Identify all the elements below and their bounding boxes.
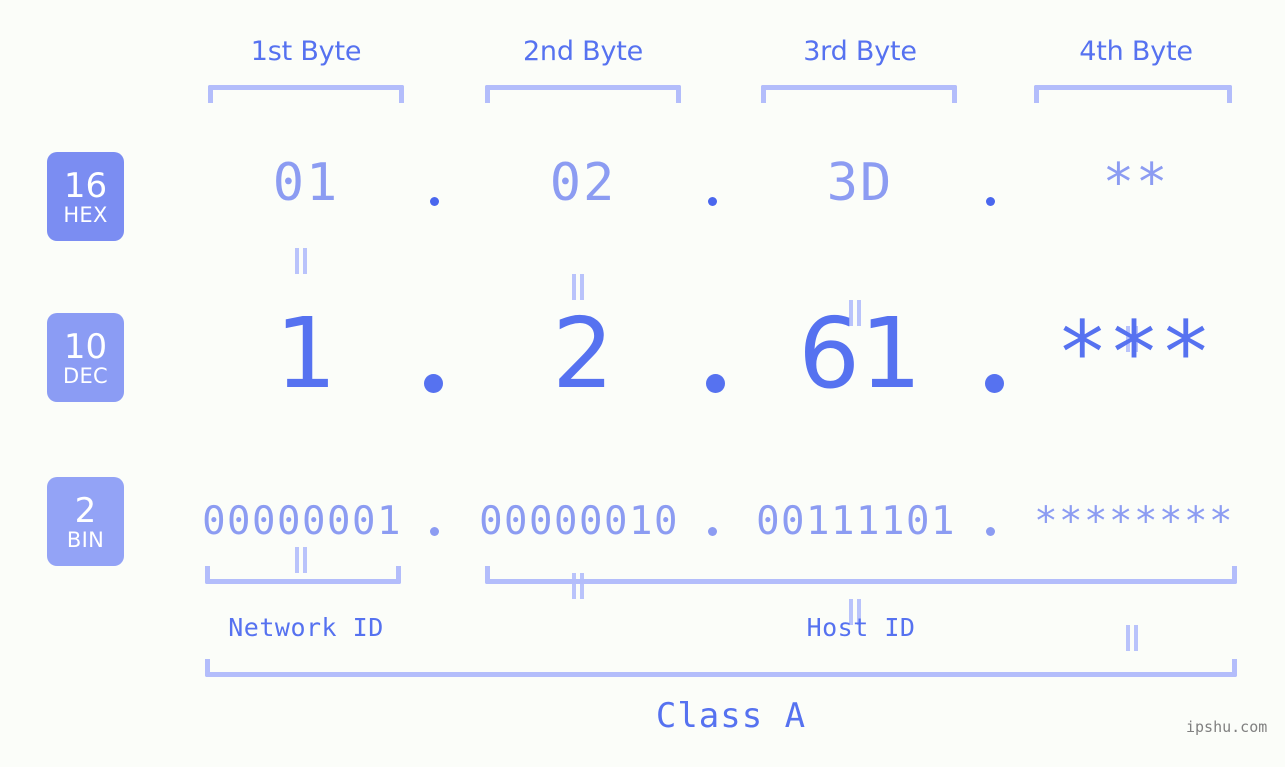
byte-bracket-top-2 <box>485 85 681 103</box>
radix-badge-hex-abbr: HEX <box>63 203 108 227</box>
dec-byte-value-4: *** <box>1056 303 1212 403</box>
radix-badge-bin: 2 BIN <box>47 477 124 566</box>
hex-byte-value-3: 3D <box>826 153 894 213</box>
equals-connector-hex-dec-1 <box>294 248 308 274</box>
bin-separator-dot-1 <box>430 527 439 536</box>
radix-badge-bin-number: 2 <box>74 491 97 531</box>
class-label: Class A <box>655 696 807 736</box>
byte-header-label-4: 4th Byte <box>1079 36 1193 67</box>
radix-badge-dec-abbr: DEC <box>62 364 108 388</box>
bin-separator-dot-3 <box>986 527 995 536</box>
region-bracket-host-id <box>485 566 1237 584</box>
byte-header-label-1: 1st Byte <box>250 36 362 67</box>
hex-byte-value-2: 02 <box>549 153 617 213</box>
hex-separator-dot-2 <box>708 197 717 206</box>
byte-bracket-top-1 <box>208 85 404 103</box>
bin-separator-dot-2 <box>708 527 717 536</box>
class-bracket <box>205 659 1237 677</box>
bin-byte-value-2: 00000010 <box>479 499 679 544</box>
equals-connector-dec-bin-4 <box>1125 625 1139 651</box>
region-bracket-network-id <box>205 566 401 584</box>
byte-header-label-3: 3rd Byte <box>803 36 917 67</box>
ip-byte-breakdown-diagram: 1st Byte 2nd Byte 3rd Byte 4th Byte 16 H… <box>0 0 1285 767</box>
dec-separator-dot-2 <box>706 374 725 393</box>
radix-badge-hex: 16 HEX <box>47 152 124 241</box>
dec-byte-value-2: 2 <box>552 297 614 410</box>
radix-badge-dec: 10 DEC <box>47 313 124 402</box>
dec-separator-dot-1 <box>424 374 443 393</box>
dec-byte-value-1: 1 <box>275 297 337 410</box>
hex-separator-dot-3 <box>986 197 995 206</box>
byte-bracket-top-3 <box>761 85 957 103</box>
dec-byte-value-3: 61 <box>798 297 922 410</box>
hex-separator-dot-1 <box>430 197 439 206</box>
radix-badge-hex-number: 16 <box>63 166 108 206</box>
byte-header-label-2: 2nd Byte <box>522 36 644 67</box>
bin-byte-value-1: 00000001 <box>202 499 402 544</box>
byte-bracket-top-4 <box>1034 85 1232 103</box>
hex-byte-value-4: ** <box>1102 153 1170 213</box>
bin-byte-value-4: ******** <box>1034 499 1234 544</box>
region-label-host-id: Host ID <box>806 613 916 642</box>
radix-badge-bin-abbr: BIN <box>66 528 105 552</box>
region-label-network-id: Network ID <box>228 613 384 642</box>
bin-byte-value-3: 00111101 <box>756 499 956 544</box>
watermark-ipshu: ipshu.com <box>1186 718 1268 736</box>
radix-badge-dec-number: 10 <box>63 327 108 367</box>
hex-byte-value-1: 01 <box>272 153 340 213</box>
dec-separator-dot-3 <box>985 374 1004 393</box>
